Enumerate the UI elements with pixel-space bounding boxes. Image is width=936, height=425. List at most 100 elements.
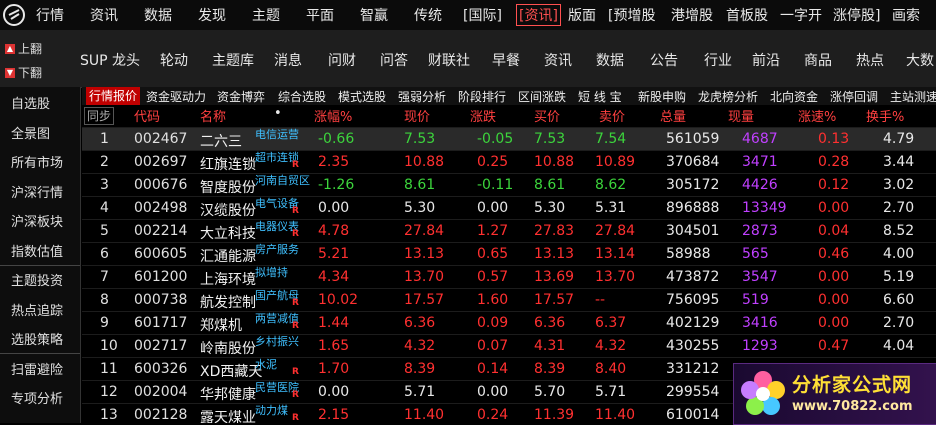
top-menu-item[interactable]: 发现 — [198, 5, 226, 25]
toolbar-item[interactable]: 行业 — [704, 50, 732, 70]
top-menu-item[interactable]: [国际] — [463, 5, 502, 25]
sidebar-item[interactable]: 主题投资 — [11, 270, 63, 289]
tab-item[interactable]: 区间涨跌 — [518, 88, 566, 105]
sidebar-item[interactable]: 选股策略 — [11, 329, 63, 348]
sidebar-item[interactable]: 热点追踪 — [11, 300, 63, 319]
table-row[interactable]: 4 002498 汉缆股份 电气设备 0.00 5.30 0.00 5.30 5.31 89688… — [82, 196, 936, 220]
toolbar-item[interactable]: 财联社 — [428, 50, 470, 70]
sidebar-item[interactable]: 所有市场 — [11, 152, 63, 171]
top-menu-item[interactable]: 传统 — [414, 5, 442, 25]
top-menu-item[interactable]: 首板股 — [726, 5, 768, 25]
row-number: 10 — [100, 338, 118, 354]
top-menu-item[interactable]: 平面 — [306, 5, 334, 25]
column-header[interactable]: 涨跌 — [470, 106, 496, 126]
tab-item[interactable]: 主站测速 — [890, 88, 936, 105]
top-menu-item[interactable]: 版面 — [568, 5, 596, 25]
top-menu-item[interactable]: [资讯] — [516, 4, 561, 26]
toolbar-item[interactable]: 问财 — [328, 50, 356, 70]
column-header[interactable]: 涨速% — [798, 106, 836, 126]
tab-item[interactable]: 模式选股 — [338, 88, 386, 105]
current-volume: 3547 — [742, 269, 778, 285]
ask-price: 5.71 — [595, 384, 627, 400]
toolbar: ▲ 上翻 ▼ 下翻 SUP 龙头 轮动 主题库 消息 问财 问答 财联社 早餐 资讯 数据 公告 行业… — [0, 30, 936, 88]
toolbar-item[interactable]: SUP 龙头 — [80, 50, 140, 70]
column-header[interactable]: 卖价 — [599, 106, 625, 126]
table-row[interactable]: 5 002214 大立科技 电器仪表 4.78 27.84 1.27 27.83 27.84 30… — [82, 219, 936, 243]
top-menu-item[interactable]: 画索 — [892, 5, 920, 25]
change-amount: 0.00 — [477, 200, 509, 216]
table-row[interactable]: 9 601717 郑煤机 两营减值 1.44 6.36 0.09 6.36 6.37 402129… — [82, 311, 936, 335]
table-row[interactable]: 2 002697 红旗连锁 超市连锁 2.35 10.88 0.25 10.88 10.89 37… — [82, 150, 936, 174]
top-menu-item[interactable]: 一字开 — [780, 5, 822, 25]
sidebar-item[interactable]: 自选股 — [11, 93, 50, 112]
table-row[interactable]: 6 600605 汇通能源 房产服务 5.21 13.13 0.65 13.13 13.14 58… — [82, 242, 936, 266]
tab-item[interactable]: 综合选股 — [278, 88, 326, 105]
toolbar-item[interactable]: 早餐 — [492, 50, 520, 70]
tab-item[interactable]: 北向资金 — [770, 88, 818, 105]
current-price: 13.70 — [404, 269, 445, 285]
table-row[interactable]: 7 601200 上海环境 拟增持 4.34 13.70 0.57 13.69 13.70 473… — [82, 265, 936, 289]
column-header[interactable]: 代码 — [134, 106, 160, 126]
concept-tag: 动力煤 — [255, 404, 288, 417]
toolbar-item[interactable]: 数据 — [596, 50, 624, 70]
top-menu-item[interactable]: 智赢 — [360, 5, 388, 25]
watermark-url: www.70822.com — [792, 399, 913, 414]
column-header[interactable]: 现量 — [728, 106, 754, 126]
table-row[interactable]: 8 000738 航发控制 国产航母 10.02 17.57 1.60 17.57 -- 7560… — [82, 288, 936, 312]
column-header[interactable]: 涨幅% — [314, 106, 352, 126]
toolbar-item[interactable]: 资讯 — [544, 50, 572, 70]
toolbar-item[interactable]: 公告 — [650, 50, 678, 70]
row-number: 12 — [100, 384, 118, 400]
tab-item[interactable]: 短 线 宝 — [578, 88, 622, 105]
sidebar-item[interactable]: 专项分析 — [11, 388, 63, 407]
page-up-button[interactable]: ▲ 上翻 — [5, 40, 42, 57]
column-header[interactable]: 名称 — [200, 106, 226, 126]
sidebar-item[interactable]: 扫雷避险 — [11, 359, 63, 378]
total-volume: 304501 — [666, 223, 720, 239]
table-row[interactable]: 1 002467 二六三 电信运营 -0.66 7.53 -0.05 7.53 7.54 5610… — [82, 127, 936, 151]
table-row[interactable]: 3 000676 智度股份 河南自贸区 -1.26 8.61 -0.11 8.61 8.62 30… — [82, 173, 936, 197]
sidebar-item[interactable]: 全景图 — [11, 123, 50, 142]
tab-item[interactable]: 涨停回调 — [830, 88, 878, 105]
tab-item[interactable]: 阶段排行 — [458, 88, 506, 105]
column-header[interactable]: 现价 — [404, 106, 430, 126]
top-menu-item[interactable]: [预增股 — [608, 5, 655, 25]
tab-item[interactable]: 龙虎榜分析 — [698, 88, 758, 105]
sidebar-item[interactable]: 沪深行情 — [11, 182, 63, 201]
stock-code: 002128 — [134, 407, 188, 423]
toolbar-item[interactable]: 大数 — [906, 50, 934, 70]
current-volume: 4426 — [742, 177, 778, 193]
top-menu-item[interactable]: 行情 — [36, 5, 64, 25]
column-header[interactable]: 买价 — [534, 106, 560, 126]
sidebar-item[interactable]: 指数估值 — [11, 241, 63, 260]
ask-price: 27.84 — [595, 223, 636, 239]
toolbar-item[interactable]: 轮动 — [160, 50, 188, 70]
column-header[interactable]: 换手% — [866, 106, 904, 126]
column-header[interactable]: 同步 — [84, 107, 115, 125]
top-menu-item[interactable]: 主题 — [252, 5, 280, 25]
toolbar-item[interactable]: 商品 — [804, 50, 832, 70]
tab-item[interactable]: 行情报价 — [86, 87, 141, 105]
toolbar-item[interactable]: 前沿 — [752, 50, 780, 70]
toolbar-item[interactable]: 主题库 — [212, 50, 254, 70]
top-menu-item[interactable]: 涨停股] — [833, 5, 880, 25]
toolbar-item[interactable]: 热点 — [856, 50, 884, 70]
row-number: 11 — [100, 361, 118, 377]
tab-item[interactable]: 资金驱动力 — [146, 88, 206, 105]
page-down-button[interactable]: ▼ 下翻 — [5, 64, 42, 81]
tab-item[interactable]: 新股申购 — [638, 88, 686, 105]
top-menu-item[interactable]: 港增股 — [671, 5, 713, 25]
row-number: 7 — [100, 269, 109, 285]
toolbar-item[interactable]: 消息 — [274, 50, 302, 70]
top-menu-item[interactable]: 资讯 — [90, 5, 118, 25]
sidebar-item[interactable]: 沪深板块 — [11, 211, 63, 230]
top-menu-item[interactable]: 数据 — [144, 5, 172, 25]
tab-item[interactable]: 资金博弈 — [217, 88, 265, 105]
toolbar-item[interactable]: 问答 — [380, 50, 408, 70]
tab-item[interactable]: 强弱分析 — [398, 88, 446, 105]
column-header[interactable]: • — [274, 106, 282, 126]
current-volume: 3471 — [742, 154, 778, 170]
sidebar: 自选股全景图所有市场沪深行情沪深板块指数估值主题投资热点追踪选股策略扫雷避险专项… — [0, 87, 81, 423]
table-row[interactable]: 10 002717 岭南股份 乡村振兴 1.65 4.32 0.07 4.31 4.32 4302… — [82, 334, 936, 358]
column-header[interactable]: 总量 — [660, 106, 686, 126]
